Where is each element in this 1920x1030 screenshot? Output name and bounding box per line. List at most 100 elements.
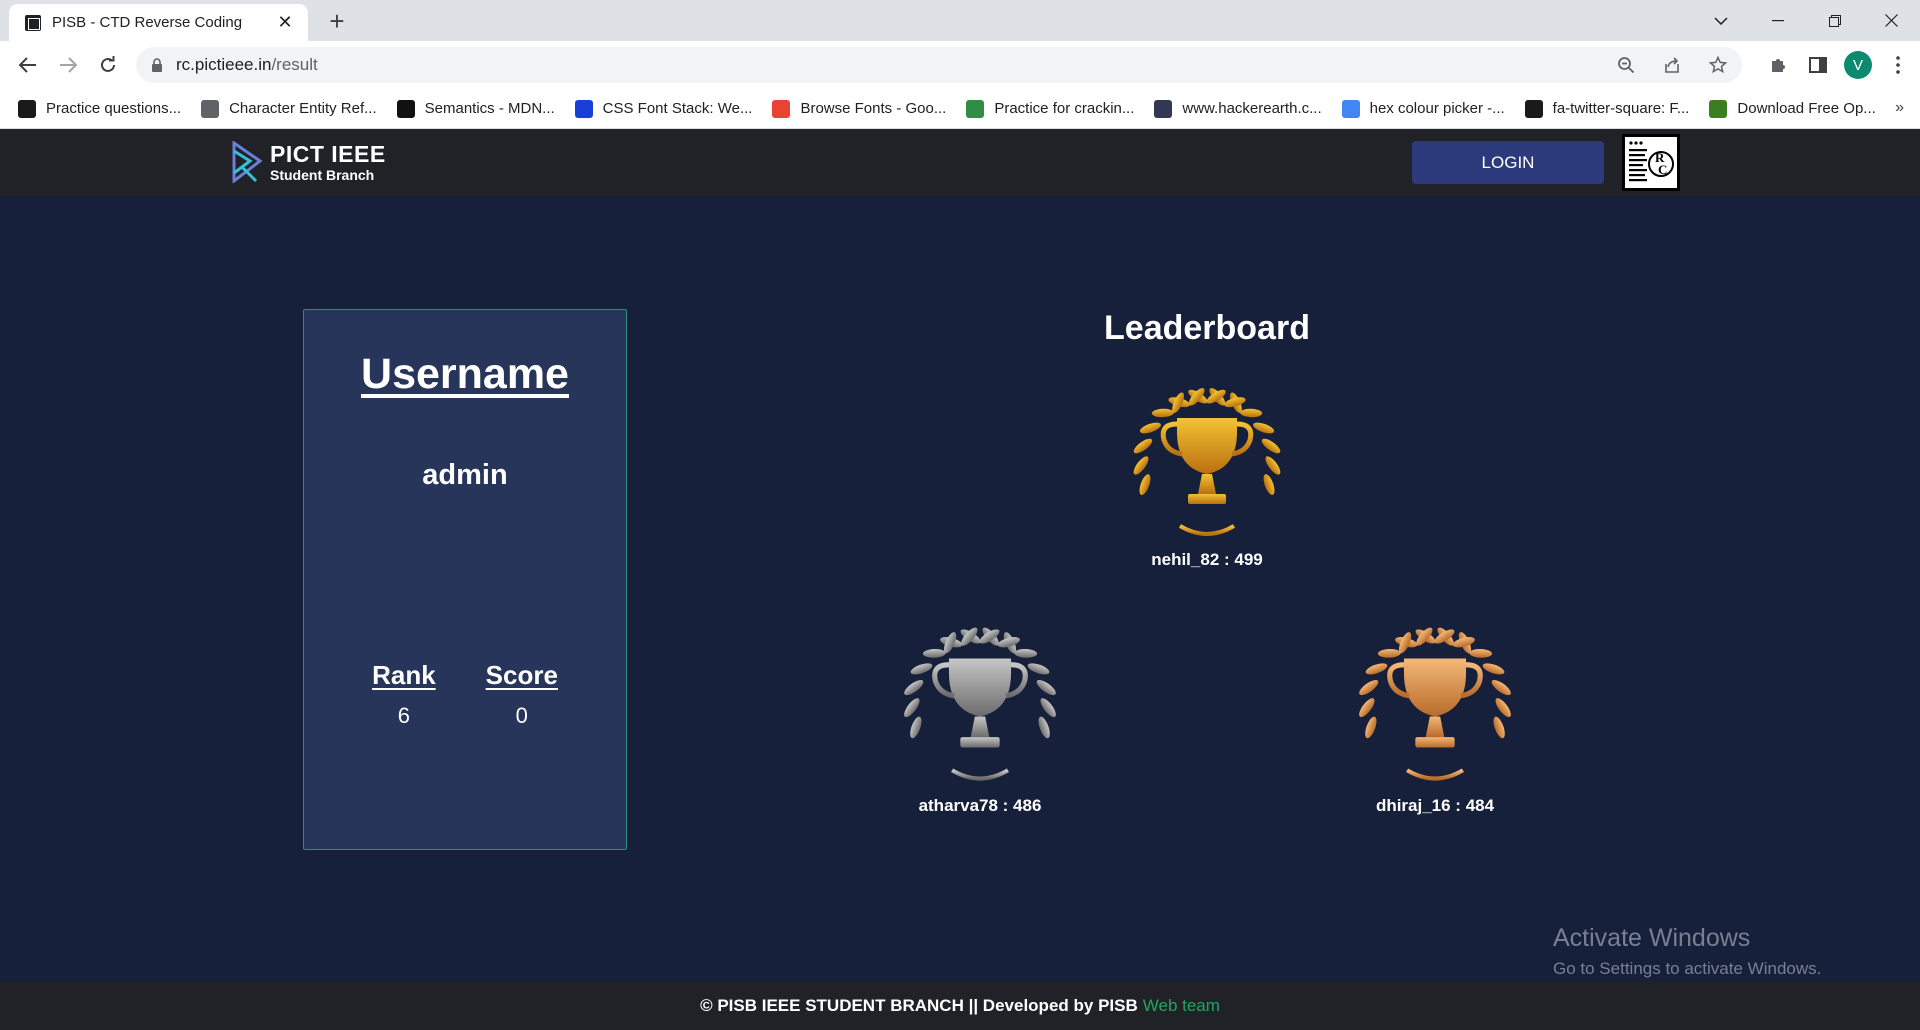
bookmark-item[interactable]: Download Free Op... (1709, 99, 1876, 118)
laurel-leaf (1263, 474, 1275, 496)
laurel-stem (1406, 768, 1464, 781)
site-favicon-icon (25, 14, 41, 31)
laurel-leaf (1261, 438, 1281, 454)
pict-ieee-logo[interactable]: PICT IEEE Student Branch (230, 141, 386, 183)
bookmark-favicon-icon (396, 99, 415, 118)
laurel-leaf (1493, 716, 1505, 739)
back-icon[interactable] (8, 45, 48, 85)
minimize-icon[interactable] (1749, 0, 1806, 41)
windows-activation-watermark: Activate Windows Go to Settings to activ… (1553, 924, 1821, 979)
rank-label: Rank (372, 660, 436, 690)
side-panel-icon[interactable] (1804, 51, 1832, 79)
address-bar[interactable]: rc.pictieee.in/result (136, 47, 1742, 83)
new-tab-button[interactable]: + (322, 6, 352, 36)
bookmark-item[interactable]: www.hackerearth.c... (1154, 99, 1322, 118)
laurel-stem (951, 768, 1009, 781)
site-header: PICT IEEE Student Branch LOGIN R C (0, 129, 1920, 196)
login-button[interactable]: LOGIN (1412, 141, 1604, 184)
bookmark-item[interactable]: Browse Fonts - Goo... (772, 99, 946, 118)
laurel-leaf (1359, 698, 1375, 718)
bookmark-item[interactable]: CSS Font Stack: We... (574, 99, 752, 118)
logo-title: PICT IEEE (270, 140, 386, 167)
watermark-title: Activate Windows (1553, 924, 1751, 952)
tab-search-icon[interactable] (1692, 0, 1749, 41)
user-card: Username admin Rank 6 Score 0 (303, 309, 627, 850)
first-place-caption: nehil_82 : 499 (1151, 550, 1263, 569)
laurel-leaf (1133, 438, 1153, 454)
trophy-cup (1177, 418, 1237, 474)
close-tab-icon[interactable]: ✕ (274, 12, 296, 33)
bookmark-star-icon[interactable] (1704, 51, 1732, 79)
trophy-base (1415, 737, 1455, 748)
omnibox-actions (1612, 47, 1732, 83)
bookmark-favicon-icon (1709, 99, 1728, 118)
laurel-leaf (1240, 408, 1263, 418)
laurel-leaf (1495, 698, 1511, 718)
laurel-leaf (910, 663, 933, 675)
trophy-stem (1425, 716, 1445, 738)
share-icon[interactable] (1658, 51, 1686, 79)
user-stats: Rank 6 Score 0 (304, 660, 626, 729)
bookmark-favicon-icon (966, 99, 985, 118)
bookmark-item[interactable]: hex colour picker -... (1341, 99, 1505, 118)
bronze-trophy-icon (1359, 627, 1511, 781)
laurel-leaf (1151, 408, 1174, 418)
score-stat: Score 0 (486, 660, 558, 729)
site-footer: © PISB IEEE STUDENT BRANCH || Developed … (0, 982, 1920, 1030)
toolbar-right: V (1764, 41, 1912, 89)
laurel-leaf (1491, 679, 1511, 696)
logo-subtitle: Student Branch (270, 166, 375, 183)
laurel-leaf (1139, 474, 1151, 496)
forward-icon[interactable] (48, 45, 88, 85)
laurel-stem (1178, 524, 1236, 536)
profile-avatar[interactable]: V (1844, 51, 1872, 79)
bookmark-favicon-icon (1524, 99, 1543, 118)
reload-icon[interactable] (88, 45, 128, 85)
gold-trophy-icon (1133, 388, 1281, 536)
result-page: Username admin Rank 6 Score 0 Leaderboar… (0, 196, 1920, 982)
laurel-leaf (1365, 716, 1377, 739)
laurel-leaf (904, 698, 920, 718)
more-bookmarks-chevron-icon[interactable]: » (1895, 99, 1904, 117)
browser-tab-active[interactable]: PISB - CTD Reverse Coding ✕ (9, 4, 308, 41)
restore-icon[interactable] (1806, 0, 1863, 41)
laurel-leaf (1253, 422, 1275, 434)
bookmark-item[interactable]: Semantics - MDN... (396, 99, 555, 118)
menu-kebab-icon[interactable] (1884, 51, 1912, 79)
reverse-coding-logo-icon[interactable]: R C (1622, 134, 1680, 191)
trophy-cup (1403, 658, 1467, 717)
laurel-leaf (1265, 456, 1281, 475)
rank-stat: Rank 6 (372, 660, 436, 729)
browser-tabstrip: PISB - CTD Reverse Coding ✕ + (0, 0, 1920, 41)
laurel-leaf (922, 648, 946, 658)
tab-title: PISB - CTD Reverse Coding (52, 14, 243, 31)
laurel-leaf (1377, 648, 1401, 658)
third-place-caption: dhiraj_16 : 484 (1375, 796, 1495, 815)
laurel-leaf (1133, 456, 1149, 475)
bookmark-favicon-icon (772, 99, 791, 118)
bookmark-favicon-icon (201, 99, 220, 118)
laurel-leaf (1040, 698, 1056, 718)
bookmark-item[interactable]: fa-twitter-square: F... (1524, 99, 1689, 118)
bookmark-favicon-icon (18, 99, 36, 118)
svg-text:C: C (1658, 162, 1667, 177)
laurel-leaf (1469, 648, 1493, 658)
url-text: rc.pictieee.in/result (176, 55, 318, 74)
close-window-icon[interactable] (1863, 0, 1920, 41)
bookmark-item[interactable]: Practice questions... (18, 99, 181, 118)
laurel-leaf (1359, 679, 1379, 696)
bookmark-item[interactable]: Practice for crackin... (966, 99, 1134, 118)
footer-text: © PISB IEEE STUDENT BRANCH || Developed … (700, 996, 1138, 1015)
score-label: Score (485, 660, 558, 690)
bookmark-item[interactable]: Character Entity Ref... (201, 99, 377, 118)
window-controls (1692, 0, 1920, 41)
zoom-icon[interactable] (1612, 51, 1640, 79)
trophy-cup (948, 658, 1012, 717)
leaderboard-first-place: nehil_82 : 499 (1112, 376, 1302, 570)
extensions-puzzle-icon[interactable] (1764, 51, 1792, 79)
laurel-leaf (910, 716, 922, 739)
card-heading: Username (361, 350, 569, 398)
web-team-link[interactable]: Web team (1143, 996, 1220, 1016)
browser-toolbar: rc.pictieee.in/result V (0, 41, 1920, 89)
silver-trophy-icon (904, 627, 1056, 781)
